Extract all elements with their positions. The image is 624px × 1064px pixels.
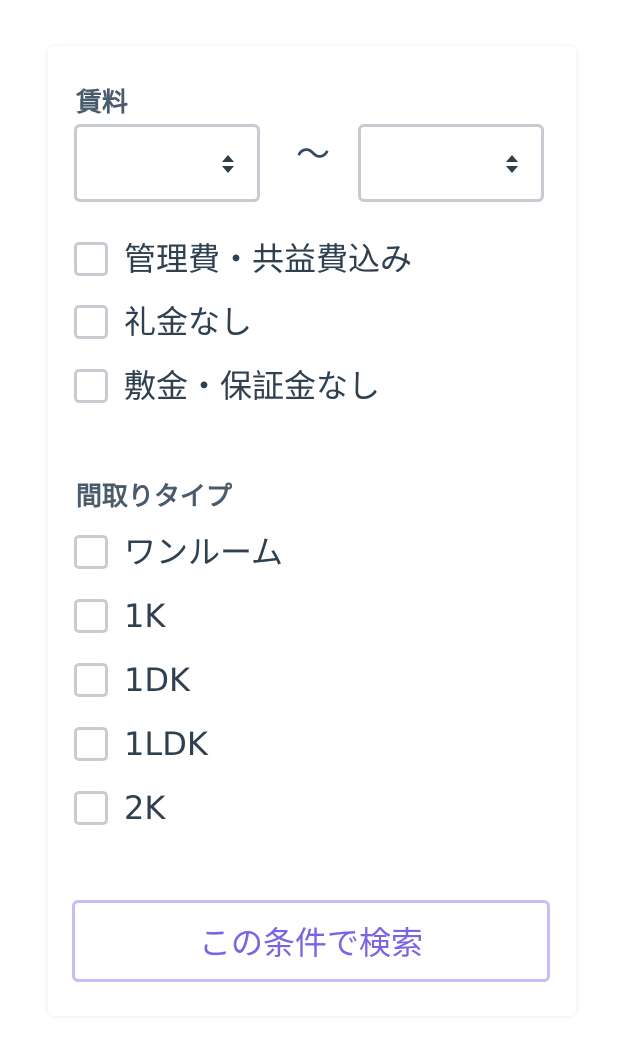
- layout-option-label: 1LDK: [124, 725, 208, 763]
- layout-option[interactable]: 1LDK: [74, 726, 208, 762]
- no-deposit-label: 敷金・保証金なし: [124, 367, 381, 405]
- option-no-key-money[interactable]: 礼金なし: [74, 304, 252, 340]
- layout-option-label: ワンルーム: [124, 533, 284, 571]
- layout-option-label: 2K: [124, 789, 166, 827]
- management-fee-label: 管理費・共益費込み: [124, 240, 413, 278]
- no-deposit-checkbox[interactable]: [74, 369, 108, 403]
- no-key-money-checkbox[interactable]: [74, 305, 108, 339]
- layout-option[interactable]: 1K: [74, 598, 165, 634]
- layout-checkbox[interactable]: [74, 791, 108, 825]
- layout-option[interactable]: 2K: [74, 790, 165, 826]
- rent-min-select[interactable]: [74, 124, 260, 202]
- layout-type-label: 間取りタイプ: [76, 482, 233, 512]
- rent-label: 賃料: [76, 88, 129, 118]
- range-separator: 〜: [296, 135, 330, 175]
- no-key-money-label: 礼金なし: [124, 303, 253, 341]
- layout-checkbox[interactable]: [74, 727, 108, 761]
- layout-checkbox[interactable]: [74, 535, 108, 569]
- sort-arrows-icon: [506, 155, 518, 173]
- layout-option[interactable]: 1DK: [74, 662, 190, 698]
- page: 賃料 〜 管理費・共益費込み 礼金なし 敷金・保証金なし 間取りタイプ ワンルー…: [0, 0, 624, 1064]
- layout-option[interactable]: ワンルーム: [74, 534, 283, 570]
- option-management-fee[interactable]: 管理費・共益費込み: [74, 241, 412, 277]
- sort-arrows-icon: [222, 155, 234, 173]
- layout-option-label: 1DK: [124, 661, 190, 699]
- layout-checkbox[interactable]: [74, 663, 108, 697]
- search-button[interactable]: この条件で検索: [72, 900, 550, 982]
- layout-option-label: 1K: [124, 597, 166, 635]
- layout-checkbox[interactable]: [74, 599, 108, 633]
- option-no-deposit[interactable]: 敷金・保証金なし: [74, 368, 380, 404]
- filter-panel: 賃料 〜 管理費・共益費込み 礼金なし 敷金・保証金なし 間取りタイプ ワンルー…: [48, 46, 576, 1016]
- management-fee-checkbox[interactable]: [74, 242, 108, 276]
- rent-max-select[interactable]: [358, 124, 544, 202]
